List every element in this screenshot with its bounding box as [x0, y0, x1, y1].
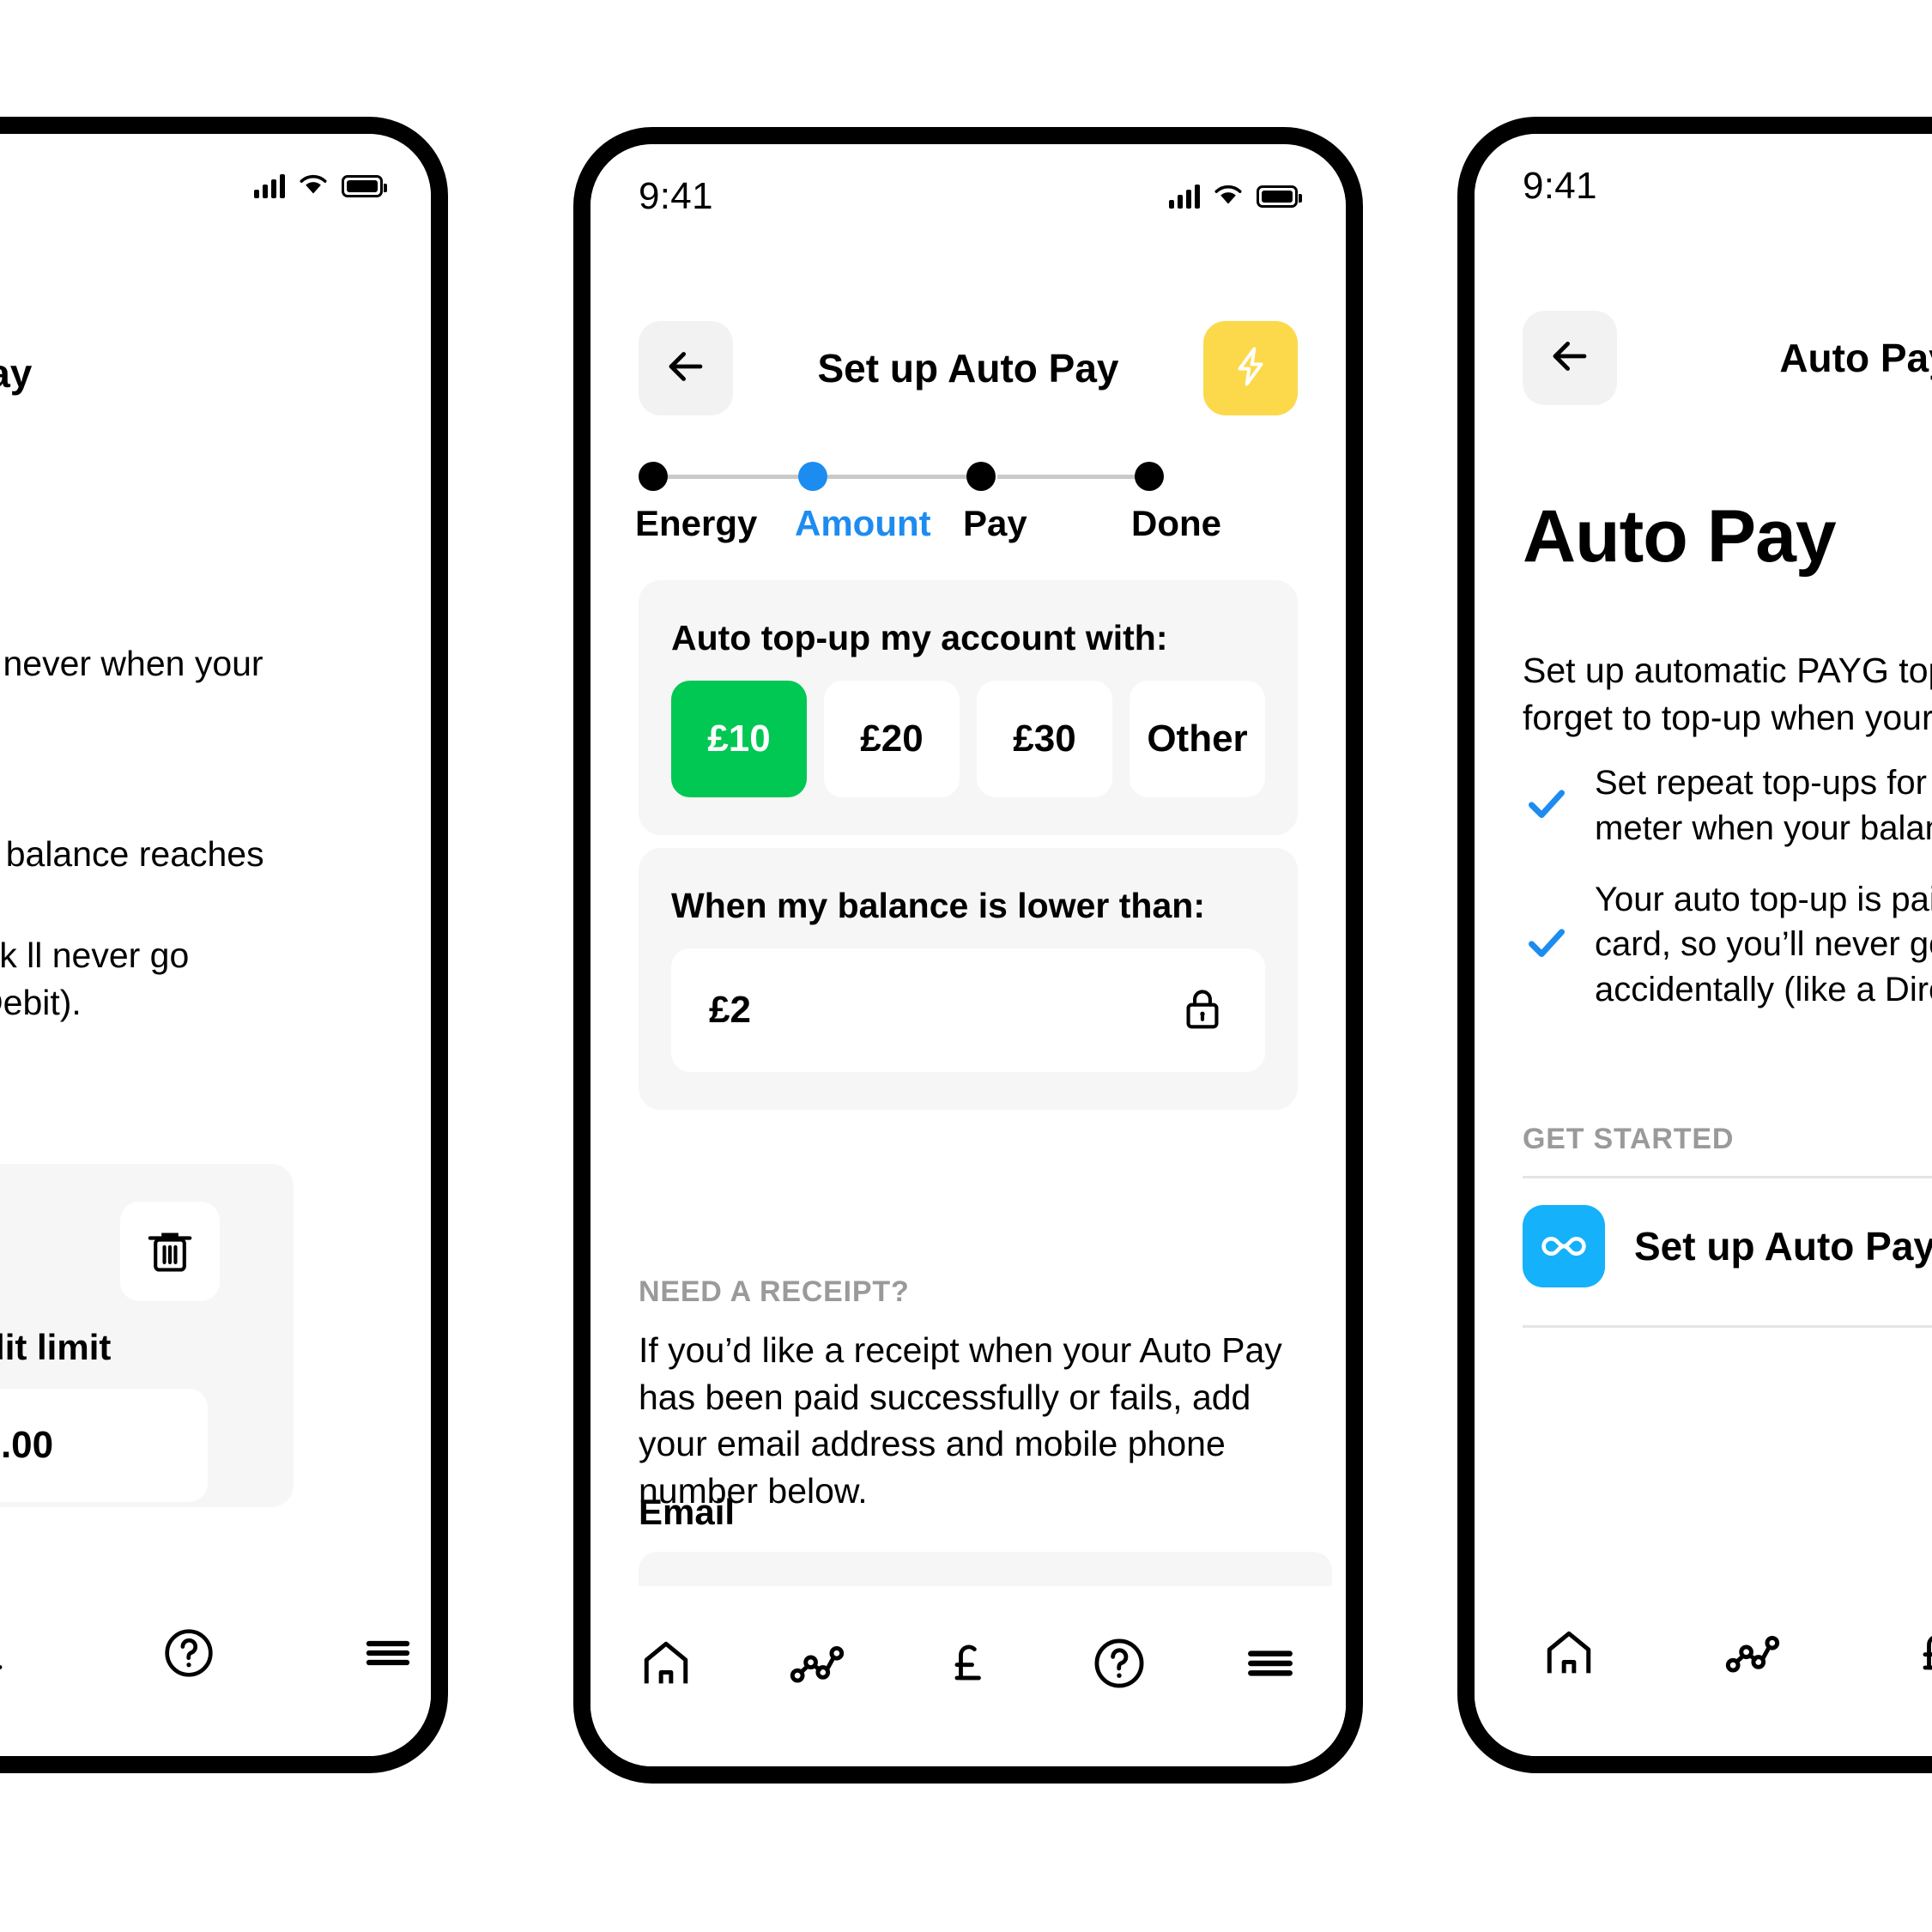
back-arrow-icon — [1545, 331, 1595, 385]
step-label-pay[interactable]: Pay — [963, 503, 1131, 544]
screen-set-up-auto-pay: 9:41 Set up Auto Pay Energy Amount Pay D… — [591, 144, 1346, 1766]
help-icon[interactable] — [149, 1614, 228, 1693]
screen-auto-pay-settings: 9:41 Auto Pay c PAYG — [0, 134, 431, 1756]
step-line-1 — [661, 475, 805, 479]
pound-icon[interactable] — [0, 1614, 29, 1693]
phone-left: 9:41 Auto Pay c PAYG — [0, 117, 448, 1773]
menu-icon[interactable] — [1231, 1624, 1310, 1703]
check-icon — [1523, 918, 1571, 971]
tab-bar-left — [0, 1576, 431, 1756]
lock-icon — [1178, 984, 1227, 1038]
step-label-done[interactable]: Done — [1131, 503, 1221, 544]
flash-button[interactable] — [1203, 321, 1298, 415]
back-button-right[interactable] — [1523, 311, 1617, 405]
balance-threshold-title: When my balance is lower than: — [671, 886, 1205, 925]
stepper-track — [639, 462, 1298, 491]
step-line-2 — [827, 475, 973, 479]
nav-bar-center: Set up Auto Pay — [591, 321, 1346, 415]
stepper-labels: Energy Amount Pay Done — [635, 503, 1298, 544]
stepper: Energy Amount Pay Done — [635, 462, 1298, 544]
get-started-section-label: GET STARTED — [1523, 1123, 1735, 1155]
check-icon — [1523, 779, 1571, 832]
step-dot-done[interactable] — [1135, 462, 1164, 491]
receipt-section-label: NEED A RECEIPT? — [639, 1275, 910, 1308]
balance-threshold-card: When my balance is lower than: £2 — [639, 848, 1298, 1110]
pound-icon[interactable] — [929, 1624, 1008, 1703]
status-bar-left: 9:41 — [0, 156, 431, 216]
trash-icon[interactable] — [120, 1202, 220, 1301]
infinity-icon — [1523, 1205, 1605, 1287]
amount-options: £10 £20 £30 Other — [671, 681, 1265, 797]
balance-threshold-value: £2 — [709, 989, 751, 1031]
home-icon[interactable] — [627, 1624, 706, 1703]
intro-text-right: Set up automatic PAYG top-u forget to to… — [1523, 651, 1932, 737]
step-dot-pay[interactable] — [966, 462, 996, 491]
hero-title-right: Auto Pay — [1523, 495, 1837, 578]
home-icon[interactable] — [1529, 1614, 1608, 1693]
phone-right: 9:41 Auto Pay Auto — [1457, 117, 1932, 1773]
usage-chart-icon[interactable] — [778, 1624, 857, 1703]
menu-icon[interactable] — [348, 1614, 427, 1693]
status-icons-left — [254, 173, 387, 200]
screen-auto-pay-intro: 9:41 Auto Pay Auto — [1475, 134, 1932, 1756]
amount-option-10[interactable]: £10 — [671, 681, 807, 797]
topup-amount-title: Auto top-up my account with: — [671, 618, 1168, 657]
divider-top — [1523, 1176, 1932, 1178]
step-dot-amount[interactable] — [798, 462, 827, 491]
step-label-energy[interactable]: Energy — [635, 503, 795, 544]
wifi-icon — [299, 173, 328, 200]
screenshot-canvas: 9:41 Auto Pay c PAYG — [0, 0, 1932, 1932]
email-field-label: Email — [639, 1492, 736, 1532]
flash-button-wrap — [1203, 321, 1298, 415]
divider-bottom — [1523, 1325, 1932, 1328]
bullet-paragraph-1-left: p-ups for your PAYG your balance reaches… — [0, 834, 264, 874]
lightning-bolt-icon — [1228, 344, 1273, 393]
nav-bar-left: Auto Pay — [0, 326, 431, 421]
list-item: Your auto top-up is paid card, so you’ll… — [1523, 877, 1932, 1013]
topup-amount-card: Auto top-up my account with: £10 £20 £30… — [639, 580, 1298, 835]
benefit-list: Set repeat top-ups for yo meter when you… — [1523, 760, 1932, 1039]
status-bar-center: 9:41 — [591, 167, 1346, 227]
tab-bar-right — [1475, 1576, 1932, 1756]
step-label-amount[interactable]: Amount — [795, 503, 963, 544]
intro-paragraph-left: c PAYG top-ups so you never when your ba… — [0, 644, 263, 683]
amount-option-30[interactable]: £30 — [977, 681, 1112, 797]
receipt-body-text: If you’d like a receipt when your Auto P… — [639, 1330, 1282, 1511]
list-item-set-up-auto-pay[interactable]: Set up Auto Pay — [1523, 1205, 1932, 1287]
status-bar-right: 9:41 — [1475, 156, 1932, 216]
battery-icon — [1257, 185, 1302, 208]
page-title-left: Auto Pay — [0, 351, 33, 396]
help-icon[interactable] — [1080, 1624, 1159, 1703]
tab-bar-center — [591, 1586, 1346, 1766]
status-icons-center — [1169, 184, 1302, 210]
signal-icon — [1169, 185, 1200, 209]
step-line-3 — [997, 475, 1142, 479]
battery-icon — [342, 175, 387, 197]
nav-bar-right: Auto Pay — [1475, 311, 1932, 405]
usage-chart-icon[interactable] — [1713, 1614, 1792, 1693]
back-arrow-icon — [661, 342, 711, 396]
bullet-paragraph-2-left: p-up is paid with your bank ll never go … — [0, 936, 190, 1022]
page-title-right: Auto Pay — [1779, 336, 1932, 380]
step-dot-energy[interactable] — [639, 462, 668, 491]
status-time-right: 9:41 — [1523, 165, 1597, 207]
pound-icon[interactable] — [1897, 1614, 1932, 1693]
amount-option-other[interactable]: Other — [1130, 681, 1265, 797]
back-button-center[interactable] — [639, 321, 733, 415]
list-item-label: Set up Auto Pay — [1634, 1224, 1932, 1269]
page-title-center: Set up Auto Pay — [817, 346, 1119, 391]
credit-limit-value[interactable]: £2.00 — [0, 1389, 208, 1502]
phone-center: 9:41 Set up Auto Pay Energy Amount Pay D… — [573, 127, 1363, 1784]
benefit-text-1: Set repeat top-ups for yo meter when you… — [1595, 764, 1932, 847]
status-time-center: 9:41 — [639, 175, 713, 217]
wifi-icon — [1214, 184, 1243, 210]
list-item: Set repeat top-ups for yo meter when you… — [1523, 760, 1932, 851]
amount-option-20[interactable]: £20 — [824, 681, 960, 797]
signal-icon — [254, 174, 285, 198]
credit-limit-label: Credit limit — [0, 1327, 112, 1367]
benefit-text-2: Your auto top-up is paid card, so you’ll… — [1595, 880, 1932, 1009]
balance-threshold-input[interactable]: £2 — [671, 948, 1265, 1072]
